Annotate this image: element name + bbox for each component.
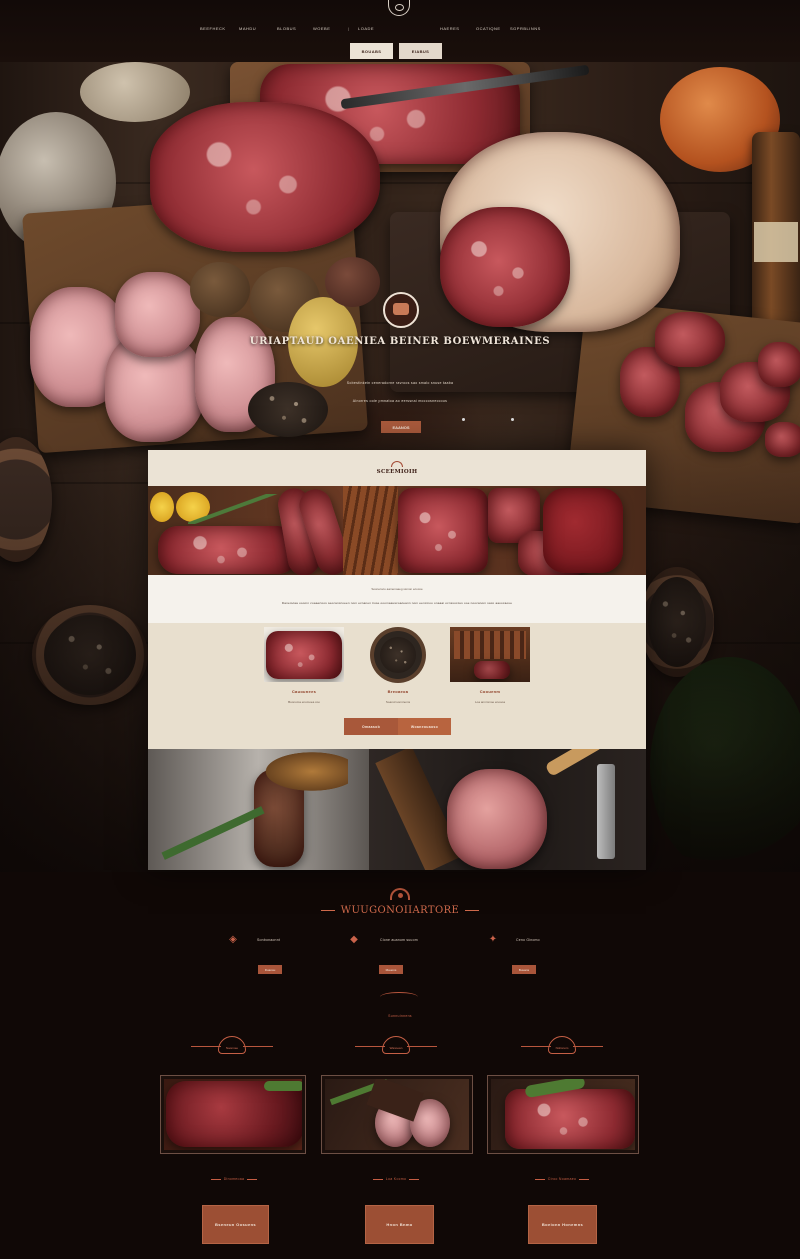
ornament-divider [380, 992, 418, 1002]
feature-label: Cione auanum suuom [380, 938, 418, 942]
section-title: WUUGONOIIARTORE [0, 905, 800, 916]
product-subtitle: Soamd sonnnems [385, 700, 411, 704]
hero-subtitle: Sobestinkein ceneradorne ravroos sao sma… [346, 381, 454, 385]
top-navbar: Beefheck Mahdu Blobus Woebe | Loade Haer… [0, 0, 800, 62]
category-emblem: Naonnee [191, 1034, 273, 1058]
feature-button[interactable]: Duanou [258, 965, 282, 974]
product-frame[interactable] [160, 1075, 306, 1154]
product-cards: Cauounees Breoaeoa Coouenm Boonoma enomo… [148, 623, 646, 749]
intro-heading: Sooneroco aamenoaeg ssmon ecocoe [371, 587, 423, 591]
panel-logo-icon [391, 461, 403, 467]
nav-item[interactable]: Mahdu [239, 26, 256, 31]
nav-item[interactable]: Loade [358, 26, 374, 31]
product-image[interactable] [264, 627, 344, 682]
emblem-label: Naonnee [225, 1046, 239, 1050]
nav-secondary-button[interactable]: Eiabus [399, 43, 442, 59]
product-button[interactable]: Hnon Bnmo [365, 1205, 434, 1244]
shop-button[interactable]: Omaasob [344, 718, 398, 735]
feature-button[interactable]: Mauons [379, 965, 403, 974]
product-image[interactable] [450, 627, 530, 682]
nav-item[interactable]: Haeres [440, 26, 459, 31]
product-caption: Loa Kocmo [336, 1177, 456, 1181]
product-title[interactable]: Breoaeoa [358, 689, 438, 694]
jar-label [754, 222, 798, 262]
content-panel: SCEEMIOIH Sooneroco aamenoaeg ssmon ecoc… [148, 450, 646, 870]
nav-item[interactable]: Ocatiqne [476, 26, 501, 31]
product-subtitle: Boonoma enomoea coo [288, 700, 320, 704]
roast-cut-face [440, 207, 570, 327]
gallery-image [369, 749, 646, 870]
section-title-text: WUUGONOIIARTORE [340, 905, 460, 916]
carousel-dot[interactable] [462, 418, 465, 421]
product-caption: Ciroo Noamaeo [502, 1177, 622, 1181]
nav-item[interactable]: Beefheck [200, 26, 226, 31]
nav-separator: | [348, 26, 350, 31]
caption-text: Dinomeoaa [223, 1177, 245, 1181]
brisket-image [150, 102, 380, 252]
section-logo-icon [390, 888, 410, 900]
nav-item[interactable]: Sgprblinns [510, 26, 541, 31]
logo-icon[interactable] [388, 0, 410, 16]
hero-title: URIAPTAUD OAENIEA BEINER BOEWMERAINES [249, 336, 551, 347]
intro-text: Daneiocaa ooomn coaaerioos seocanccoeen … [281, 601, 513, 605]
carousel-dots[interactable] [462, 418, 514, 421]
carousel-dot[interactable] [511, 418, 514, 421]
product-image[interactable] [370, 627, 426, 683]
hero-subtitle: Alnorres ooie pmnatoa ao eerssnai moccos… [352, 399, 448, 403]
product-subtitle: Loa annmmoe enoooa [474, 700, 506, 704]
nav-item[interactable]: Woebe [313, 26, 330, 31]
garlic-image [80, 62, 190, 122]
order-button[interactable]: Woaneouaoso [398, 718, 451, 735]
feature-button[interactable]: Buuans [512, 965, 536, 974]
hero-logo-badge [383, 292, 419, 328]
onion-image [325, 257, 380, 307]
product-caption: Dinomeoaa [174, 1177, 294, 1181]
feature-label: Sonbonaonnt [257, 938, 281, 942]
category-emblem: Nohsnom [521, 1034, 603, 1058]
emblem-label: Wanoean [389, 1046, 403, 1050]
product-frame[interactable] [487, 1075, 639, 1154]
lower-section: WUUGONOIIARTORE ◈ Sonbonaonnt Duanou ◆ C… [0, 872, 800, 1259]
category-emblem: Wanoean [355, 1034, 437, 1058]
panel-gallery [148, 749, 646, 870]
product-title[interactable]: Coouenm [450, 689, 530, 694]
nav-item[interactable]: Blobus [277, 26, 296, 31]
feature-label: Ceno Ginomo [516, 938, 540, 942]
emblem-label: Nohsnom [555, 1046, 569, 1050]
product-button[interactable]: Boeionn Honemns [528, 1205, 597, 1244]
product-title[interactable]: Cauounees [264, 689, 344, 694]
peppercorn-pile [248, 382, 328, 437]
product-button[interactable]: Bseneun Oosuens [202, 1205, 269, 1244]
panel-intro: Sooneroco aamenoaeg ssmon ecocoe Daneioc… [148, 575, 646, 623]
steak-icon: ◆ [350, 934, 358, 945]
panel-title: SCEEMIOIH [376, 469, 418, 475]
panel-header: SCEEMIOIH [148, 450, 646, 486]
panel-hero-image [148, 486, 646, 575]
caption-text: Ciroo Noamaeo [547, 1177, 577, 1181]
section-caption: Sunnuinnens [388, 1014, 412, 1018]
shallot-image [190, 262, 250, 317]
caption-text: Loa Kocmo [385, 1177, 407, 1181]
product-frame[interactable] [321, 1075, 473, 1154]
meat-icon: ◈ [229, 934, 237, 945]
grill-icon: ✦ [488, 934, 498, 945]
nav-primary-button[interactable]: Bouabs [350, 43, 393, 59]
gallery-image [148, 749, 369, 870]
hero-cta-button[interactable]: Eaanos [381, 421, 421, 433]
